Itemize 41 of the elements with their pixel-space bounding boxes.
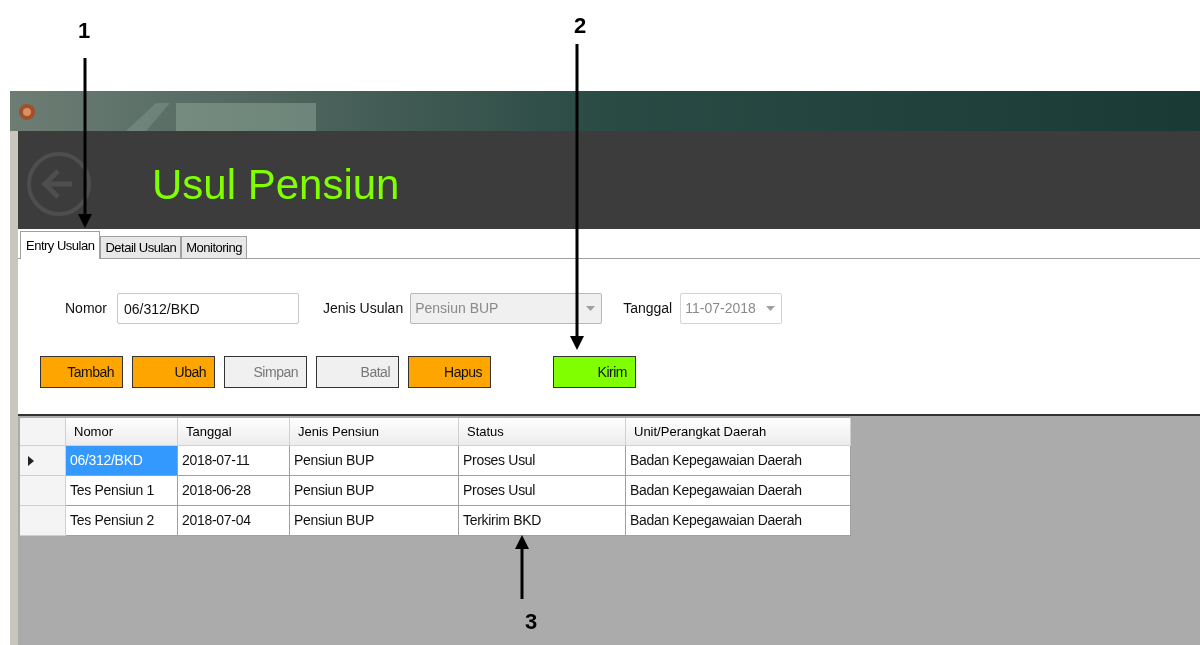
row-header[interactable] (20, 446, 66, 476)
table-cell: Proses Usul (459, 446, 626, 476)
page-title: Usul Pensiun (152, 159, 400, 210)
callout-arrow (515, 535, 529, 599)
action-button[interactable]: Tambah (40, 356, 123, 388)
tab[interactable]: Entry Usulan (20, 231, 101, 259)
nomor-input-field[interactable]: 06/312/BKD (117, 293, 299, 324)
column-header[interactable]: Tanggal (178, 418, 290, 446)
table-cell: 2018-07-04 (178, 506, 290, 536)
current-row-icon (28, 455, 34, 466)
table-cell: Tes Pensiun 2 (66, 506, 178, 536)
callout-number: 1 (78, 17, 91, 45)
column-header[interactable]: Unit/Perangkat Daerah (626, 418, 851, 446)
table-cell: Pensiun BUP (290, 476, 459, 506)
app-icon (18, 103, 36, 121)
table-cell: Badan Kepegawaian Daerah (626, 476, 851, 506)
table-cell: 2018-06-28 (178, 476, 290, 506)
table-cell: Pensiun BUP (290, 506, 459, 536)
table-cell: Proses Usul (459, 476, 626, 506)
callout-number: 3 (525, 608, 538, 636)
dropdown-caret-icon (766, 306, 776, 311)
table-cell: Pensiun BUP (290, 446, 459, 476)
tab[interactable]: Detail Usulan (100, 236, 182, 258)
callout-number: 2 (574, 12, 587, 40)
table-cell: Badan Kepegawaian Daerah (626, 446, 851, 476)
column-header[interactable]: Jenis Pensiun (290, 418, 459, 446)
dropdown-caret-icon (586, 306, 596, 311)
action-button[interactable]: Kirim (553, 356, 636, 388)
action-button[interactable]: Hapus (408, 356, 491, 388)
field-label: Jenis Usulan (323, 299, 404, 318)
tab[interactable]: Monitoring (181, 236, 247, 258)
table-cell: 2018-07-11 (178, 446, 290, 476)
table-cell: Badan Kepegawaian Daerah (626, 506, 851, 536)
table-cell: Terkirim BKD (459, 506, 626, 536)
table-cell: 06/312/BKD (66, 446, 178, 476)
action-button[interactable]: Ubah (132, 356, 215, 388)
field-label: Tanggal (623, 299, 673, 318)
column-header[interactable]: Status (459, 418, 626, 446)
field-label: Nomor (65, 299, 107, 318)
table-cell: Tes Pensiun 1 (66, 476, 178, 506)
column-header[interactable]: Nomor (66, 418, 178, 446)
